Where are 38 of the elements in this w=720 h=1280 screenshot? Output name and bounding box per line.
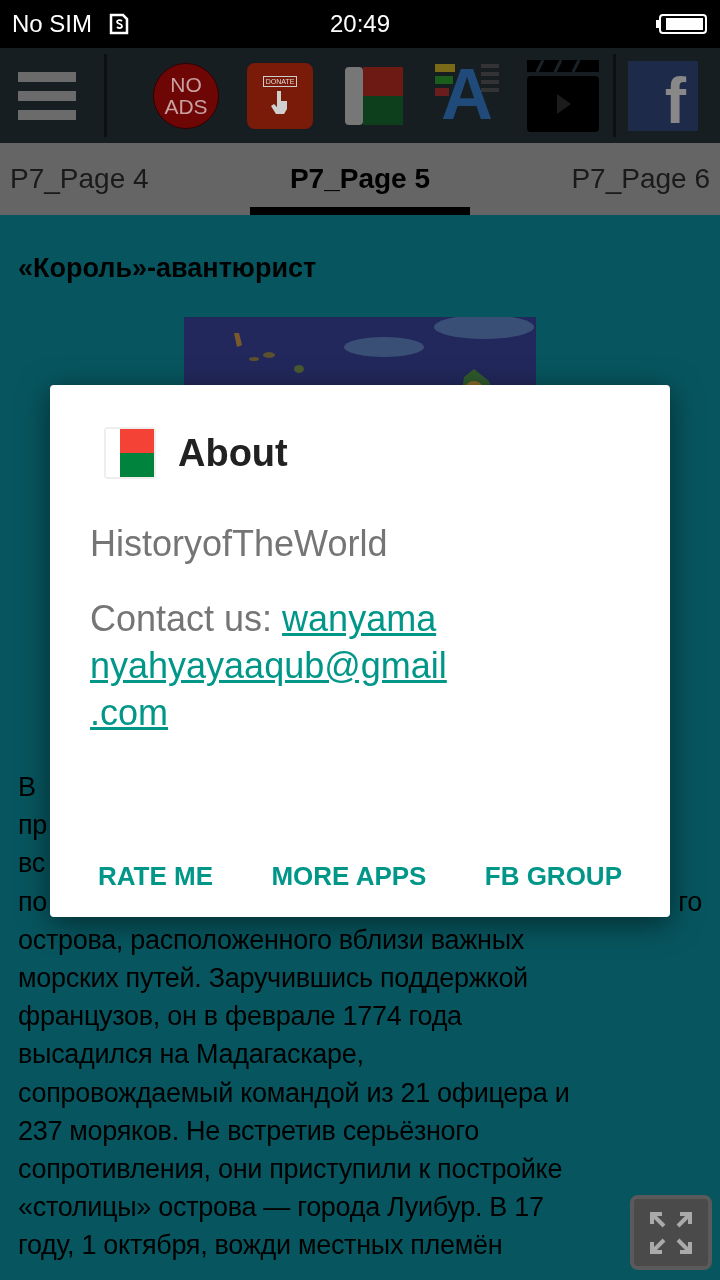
article-text: пр: [18, 809, 48, 843]
facebook-button[interactable]: f: [628, 60, 698, 131]
flag-icon: [104, 427, 156, 479]
dialog-button[interactable]: FB GROUP: [476, 855, 630, 898]
article-text: В: [18, 771, 36, 804]
article-text: сопровождаемый командой из 21 офицера и: [18, 1076, 570, 1110]
article-text: «столицы» острова — города Луибур. В 17: [18, 1191, 544, 1225]
app-name: HistoryofTheWorld: [90, 523, 389, 565]
carrier-name: No SIM: [12, 10, 92, 38]
article-text: вс: [18, 847, 45, 881]
flag-icon[interactable]: [345, 66, 403, 125]
article-title: «Король»-авантюрист: [18, 253, 318, 285]
tab[interactable]: P7_Page 4: [0, 143, 159, 215]
tab[interactable]: P7_Page 5: [249, 143, 471, 215]
email-link[interactable]: .com: [90, 692, 168, 733]
email-link[interactable]: wanyama: [282, 598, 437, 639]
sim-icon: [108, 13, 130, 35]
contact-label: Contact us:: [90, 598, 274, 639]
battery-icon: [656, 13, 708, 35]
article-text: высадился на Мадагаскаре,: [18, 1038, 364, 1072]
no-ads-button[interactable]: NO ADS: [153, 62, 219, 129]
email-link[interactable]: nyahyayaaqub@gmail: [90, 645, 447, 686]
article-text: острова, расположенного вблизи важных: [18, 923, 524, 957]
tab[interactable]: P7_Page 6: [561, 143, 720, 215]
article-text: по: [18, 885, 48, 919]
article-text: морских путей. Заручившись поддержкой: [18, 962, 528, 995]
dialog-button[interactable]: MORE APPS: [263, 855, 435, 898]
expand-icon: [648, 1209, 694, 1256]
clock-time: 20:49: [328, 10, 392, 38]
article-text: году, 1 октября, вожди местных племён: [18, 1229, 503, 1263]
article-text: французов, он в феврале 1774 года: [18, 1000, 462, 1034]
dialog-button[interactable]: RATE ME: [90, 855, 222, 898]
fullscreen-button[interactable]: [630, 1195, 712, 1270]
article-text: сопротивления, они приступили к постройке: [18, 1153, 563, 1187]
dialog-title: About: [178, 431, 288, 475]
article-text: го: [678, 885, 702, 919]
article-text: 237 моряков. Не встретив серьёзного: [18, 1114, 479, 1148]
font-button[interactable]: A: [435, 63, 501, 128]
